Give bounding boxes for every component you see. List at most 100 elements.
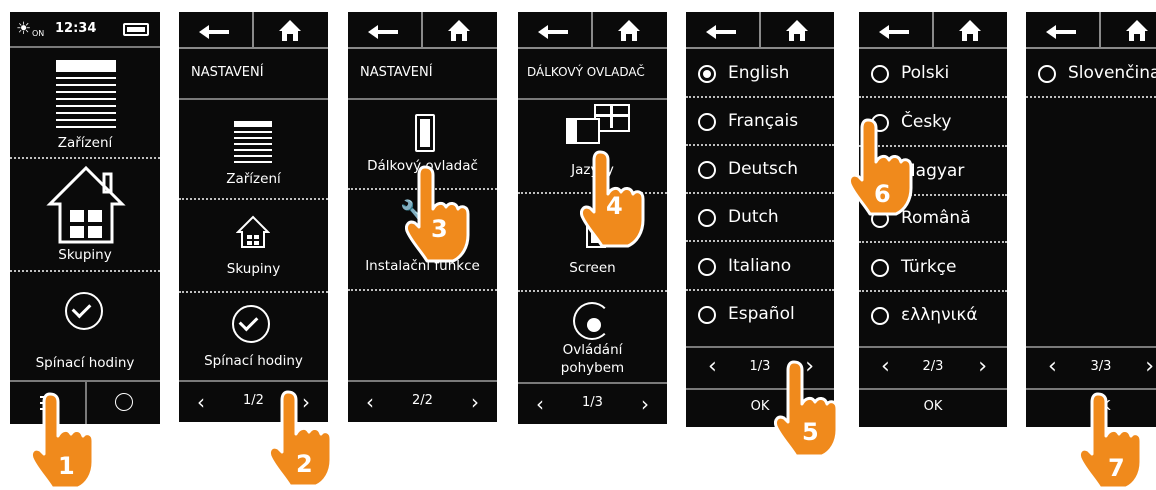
step-number: 7 [1108, 454, 1125, 482]
status-time: 12:34 [55, 21, 97, 36]
screen-settings-1: NASTAVENÍ Zařízení Skupiny Spínací hodin… [179, 12, 328, 422]
language-option[interactable]: Italiano [686, 245, 834, 293]
header-bar [859, 12, 1007, 49]
pointing-hand-icon: 7 [1078, 392, 1144, 490]
back-button[interactable] [197, 22, 231, 42]
back-arrow-icon [1046, 25, 1076, 39]
step-number: 1 [58, 452, 75, 480]
radio[interactable] [698, 113, 716, 131]
pointing-hand-icon: 6 [848, 118, 914, 216]
check-circle-icon [65, 292, 103, 330]
screen-languages-3: Slovenčina ‹ 3/3 › OK [1026, 12, 1156, 427]
status-bar: ☀ ON 12:34 [10, 12, 160, 46]
step-number: 3 [431, 215, 448, 243]
back-arrow-icon [879, 25, 909, 39]
pager: ‹ 2/3 › [859, 348, 1007, 388]
pointing-hand-icon: 5 [774, 360, 840, 458]
pager: ‹ 3/3 › [1026, 348, 1156, 388]
page-title: DÁLKOVÝ OVLADAČ [527, 65, 645, 79]
language-option[interactable]: Polski [859, 52, 1007, 100]
language-option[interactable]: ελληνικά [859, 294, 1007, 342]
screen-home: ☀ ON 12:34 Zařízení Skupiny Spínací hodi… [10, 12, 160, 424]
language-option[interactable]: Türkçe [859, 246, 1007, 294]
back-arrow-icon [368, 25, 398, 39]
pointing-hand-icon: 4 [580, 150, 646, 248]
radio[interactable] [698, 258, 716, 276]
house-icon [46, 164, 126, 246]
ok-button[interactable]: OK [859, 399, 1007, 414]
language-option[interactable]: Français [686, 100, 834, 148]
page-title: NASTAVENÍ [360, 65, 433, 80]
pager: ‹ 2/2 › [348, 382, 497, 422]
back-arrow-icon [199, 25, 229, 39]
menu-item-motion-1[interactable]: Ovládání [518, 342, 667, 358]
language-option[interactable]: English [686, 52, 834, 100]
next-page-icon[interactable]: › [641, 392, 649, 416]
pointing-hand-icon: 1 [30, 392, 96, 490]
timer-button[interactable] [87, 382, 160, 424]
home-icon [959, 20, 981, 41]
header-bar [348, 12, 497, 49]
header-bar [1026, 12, 1156, 49]
radio[interactable] [871, 259, 889, 277]
back-arrow-icon [706, 25, 736, 39]
home-icon [448, 20, 470, 41]
language-option[interactable]: Español [686, 293, 834, 341]
back-arrow-icon [538, 25, 568, 39]
language-option[interactable]: Slovenčina [1026, 52, 1156, 100]
check-small-icon [115, 393, 133, 411]
back-button[interactable] [877, 22, 911, 42]
menu-item-groups[interactable]: Skupiny [179, 261, 328, 277]
page-indicator: 3/3 [1090, 359, 1112, 374]
home-button[interactable] [959, 19, 981, 42]
menu-item-motion-2: pohybem [560, 360, 625, 376]
radio[interactable] [698, 161, 716, 179]
next-page-icon[interactable]: › [1145, 354, 1154, 379]
header-bar [518, 12, 667, 49]
radio[interactable] [1038, 65, 1056, 83]
flags-icon [566, 104, 630, 144]
radio[interactable] [698, 209, 716, 227]
motion-control-icon [573, 302, 611, 340]
menu-item-devices[interactable]: Zařízení [179, 171, 328, 187]
back-button[interactable] [704, 22, 738, 42]
menu-item-screen[interactable]: Screen [518, 260, 667, 276]
home-button[interactable] [279, 19, 301, 42]
blind-icon [56, 60, 116, 140]
radio[interactable] [871, 307, 889, 325]
step-number: 4 [606, 192, 623, 220]
home-icon [786, 20, 808, 41]
next-page-icon[interactable]: › [471, 390, 479, 414]
pointing-hand-icon: 2 [268, 390, 334, 488]
menu-item-timers[interactable]: Spínací hodiny [179, 353, 328, 369]
house-icon [236, 215, 270, 249]
next-page-icon[interactable]: › [978, 354, 987, 379]
battery-icon [123, 23, 149, 36]
pointing-hand-icon: 3 [405, 165, 471, 263]
home-button[interactable] [448, 19, 470, 42]
radio-selected[interactable] [698, 65, 716, 83]
language-option[interactable]: Deutsch [686, 148, 834, 196]
radio[interactable] [871, 65, 889, 83]
sun-on-icon: ☀ [16, 19, 32, 39]
back-button[interactable] [366, 22, 400, 42]
home-icon [618, 20, 640, 41]
menu-item-groups[interactable]: Skupiny [10, 247, 160, 263]
header-bar [179, 12, 328, 49]
step-number: 6 [874, 180, 891, 208]
home-button[interactable] [618, 19, 640, 42]
page-title: NASTAVENÍ [191, 65, 264, 80]
back-button[interactable] [1044, 22, 1078, 42]
home-icon [1126, 20, 1148, 41]
menu-item-devices[interactable]: Zařízení [10, 135, 160, 151]
step-number: 5 [802, 418, 819, 446]
screen-languages-2: Polski Česky Magyar Română Türkçe ελληνι… [859, 12, 1007, 427]
home-icon [279, 20, 301, 41]
radio[interactable] [698, 306, 716, 324]
home-button[interactable] [1126, 19, 1148, 42]
step-number: 2 [296, 450, 313, 478]
back-button[interactable] [536, 22, 570, 42]
menu-item-timers[interactable]: Spínací hodiny [10, 355, 160, 371]
home-button[interactable] [786, 19, 808, 42]
language-option[interactable]: Dutch [686, 196, 834, 244]
